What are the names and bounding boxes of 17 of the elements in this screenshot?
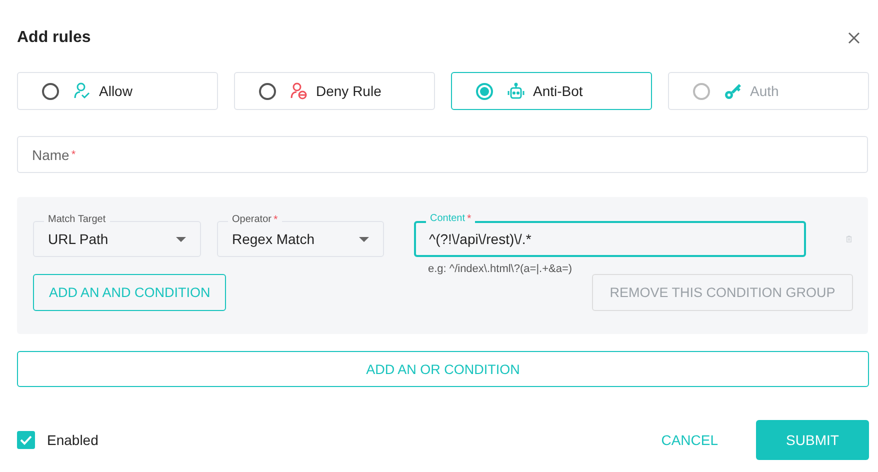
caret-icon [176,236,186,242]
hint-text: e.g: ^/index\.html\?(a=|.+&a=) [428,263,574,275]
dialog-title: Add rules [17,29,91,47]
radio-button[interactable] [476,82,493,100]
name-field[interactable]: Name* [17,136,868,173]
person-blocked-icon [290,82,308,100]
key-icon [724,82,742,100]
person-check-icon [73,82,91,100]
radio-button[interactable] [42,82,59,100]
checkbox-label: Enabled [47,432,98,448]
checkbox[interactable] [17,431,35,449]
rule-type-option[interactable]: Deny Rule [234,72,435,110]
caret-icon [359,236,369,242]
rule-type-option[interactable]: Allow [17,72,218,110]
radio-button[interactable] [259,82,276,100]
rule-type-option[interactable]: Anti-Bot [451,72,652,110]
robot-icon [507,82,525,100]
